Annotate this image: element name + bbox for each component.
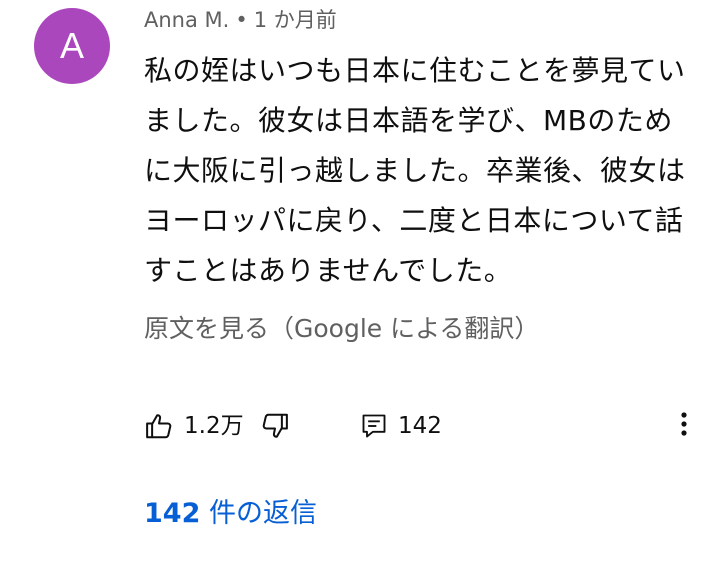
comment-text-line: 私の姪はいつも日本に住むことを夢見てい: [144, 54, 686, 87]
comment-timestamp[interactable]: 1 か月前: [254, 8, 337, 32]
comment-header: Anna M. • 1 か月前: [144, 6, 337, 34]
replies-label: 件の返信: [200, 498, 317, 529]
comment-text: 私の姪はいつも日本に住むことを夢見てい ました。彼女は日本語を学び、MBのため …: [144, 46, 686, 296]
avatar[interactable]: A: [34, 8, 110, 84]
comment-text-line: に大阪に引っ越しました。卒業後、彼女は: [144, 154, 686, 187]
view-replies-link[interactable]: 142 件の返信: [144, 494, 317, 534]
like-count: 1.2万: [184, 413, 244, 439]
reply-count: 142: [398, 413, 442, 439]
comment-card: A Anna M. • 1 か月前 私の姪はいつも日本に住むことを夢見てい ました。…: [0, 0, 720, 569]
author-name[interactable]: Anna M.: [144, 8, 229, 32]
meta-separator: •: [235, 8, 248, 32]
replies-count: 142: [144, 498, 201, 529]
dislike-button[interactable]: [260, 406, 290, 446]
more-vert-icon: [680, 411, 688, 441]
comment-reply-icon: [360, 412, 388, 440]
comment-text-line: ヨーロッパに戻り、二度と日本について話: [144, 204, 684, 237]
comment-text-line: ました。彼女は日本語を学び、MBのため: [144, 104, 673, 137]
comment-text-line: すことはありませんでした。: [144, 254, 513, 287]
thumb-down-icon: [260, 411, 290, 441]
more-options-button[interactable]: [672, 406, 696, 446]
comment-action-bar: 1.2万 142: [144, 406, 704, 446]
thumb-up-icon: [144, 411, 174, 441]
reply-button[interactable]: [360, 406, 388, 446]
like-button[interactable]: [144, 406, 174, 446]
see-original-link[interactable]: 原文を見る（Google による翻訳）: [144, 310, 539, 348]
avatar-letter: A: [59, 25, 84, 66]
